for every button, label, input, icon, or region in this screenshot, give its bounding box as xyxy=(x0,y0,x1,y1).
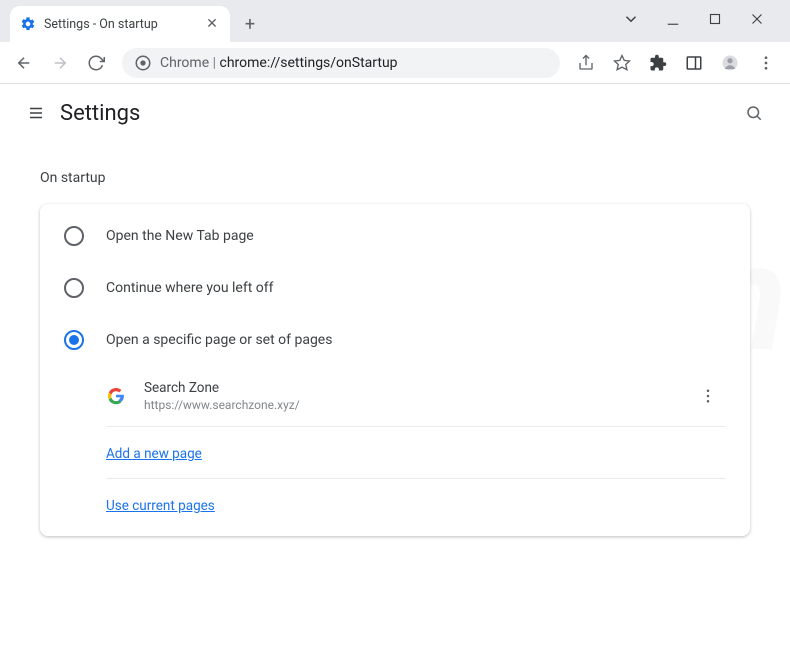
page-title: Settings xyxy=(60,101,734,126)
back-button[interactable] xyxy=(8,47,40,79)
startup-page-url: https://www.searchzone.xyz/ xyxy=(144,398,690,412)
tab-title: Settings - On startup xyxy=(44,17,196,32)
section-title: On startup xyxy=(40,170,750,186)
search-icon[interactable] xyxy=(734,93,774,133)
google-favicon-icon xyxy=(106,386,126,406)
radio-unchecked-icon xyxy=(64,278,84,298)
browser-tab[interactable]: Settings - On startup ✕ xyxy=(10,6,230,42)
startup-page-item: Search Zone https://www.searchzone.xyz/ xyxy=(106,366,726,427)
close-window-icon[interactable] xyxy=(748,10,766,28)
option-continue[interactable]: Continue where you left off xyxy=(40,262,750,314)
address-bar[interactable]: Chrome | chrome://settings/onStartup xyxy=(122,48,560,78)
radio-checked-icon xyxy=(64,330,84,350)
option-label: Open a specific page or set of pages xyxy=(106,332,332,348)
menu-icon[interactable] xyxy=(16,93,56,133)
startup-page-name: Search Zone xyxy=(144,380,690,396)
use-current-pages-link[interactable]: Use current pages xyxy=(106,498,215,514)
radio-unchecked-icon xyxy=(64,226,84,246)
startup-options-card: Open the New Tab page Continue where you… xyxy=(40,204,750,536)
settings-gear-icon xyxy=(20,16,36,32)
use-current-row: Use current pages xyxy=(106,479,726,530)
browser-menu-icon[interactable] xyxy=(750,47,782,79)
window-controls xyxy=(622,0,786,42)
chrome-icon xyxy=(134,54,152,72)
chevron-down-icon[interactable] xyxy=(622,10,640,28)
page-more-icon[interactable] xyxy=(690,378,726,414)
minimize-icon[interactable] xyxy=(664,10,682,28)
extensions-icon[interactable] xyxy=(642,47,674,79)
profile-icon[interactable] xyxy=(714,47,746,79)
share-icon[interactable] xyxy=(570,47,602,79)
option-label: Continue where you left off xyxy=(106,280,274,296)
add-page-row: Add a new page xyxy=(106,427,726,479)
sidepanel-icon[interactable] xyxy=(678,47,710,79)
browser-toolbar: Chrome | chrome://settings/onStartup xyxy=(0,42,790,84)
settings-header: Settings xyxy=(0,84,790,142)
option-specific-pages[interactable]: Open a specific page or set of pages xyxy=(40,314,750,366)
omnibox-text: Chrome | chrome://settings/onStartup xyxy=(160,55,548,71)
bookmark-icon[interactable] xyxy=(606,47,638,79)
add-page-link[interactable]: Add a new page xyxy=(106,446,202,462)
new-tab-button[interactable]: + xyxy=(236,10,264,38)
reload-button[interactable] xyxy=(80,47,112,79)
option-open-newtab[interactable]: Open the New Tab page xyxy=(40,210,750,262)
startup-pages-list: Search Zone https://www.searchzone.xyz/ … xyxy=(40,366,750,530)
close-tab-icon[interactable]: ✕ xyxy=(204,16,220,32)
maximize-icon[interactable] xyxy=(706,10,724,28)
option-label: Open the New Tab page xyxy=(106,228,254,244)
forward-button[interactable] xyxy=(44,47,76,79)
settings-content: On startup Open the New Tab page Continu… xyxy=(0,142,790,544)
window-titlebar: Settings - On startup ✕ + xyxy=(0,0,790,42)
